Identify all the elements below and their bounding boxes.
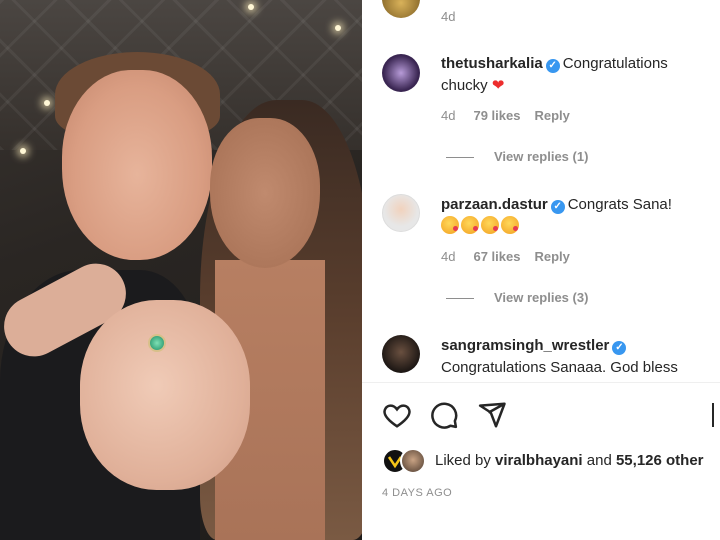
view-replies-label: View replies (1): [494, 149, 589, 164]
woman-face: [210, 118, 320, 268]
view-replies-button[interactable]: View replies (1): [446, 149, 588, 164]
comment-likes[interactable]: 67 likes: [473, 249, 520, 264]
paper-plane-icon[interactable]: [477, 400, 507, 430]
comment-meta: 4d 67 likes Reply: [441, 249, 570, 264]
comment-meta: 4d 79 likes Reply: [441, 108, 570, 123]
heart-outline-icon[interactable]: [382, 400, 412, 430]
light-bulb: [20, 148, 26, 154]
liked-by-text: Liked by viralbhayani and 55,126 other: [435, 452, 704, 469]
man-face: [62, 70, 212, 260]
kiss-emoji-icon: [501, 216, 519, 234]
verified-badge-icon: ✓: [612, 341, 627, 355]
clasped-hands: [80, 300, 250, 490]
comments-list[interactable]: 4d thetusharkalia ✓ Congratulations chucky…: [362, 0, 720, 382]
comment-text: Congrats Sana!: [567, 196, 672, 213]
kiss-emoji-icon: [441, 216, 459, 234]
comment-time: 4d: [441, 108, 456, 123]
avatar[interactable]: [400, 448, 426, 474]
comment-time: 4d: [441, 9, 456, 24]
comment-text: Congratulations Sanaaa. God bless: [441, 359, 678, 376]
avatar[interactable]: [382, 194, 420, 232]
comment: parzaan.dastur ✓ Congrats Sana!: [441, 194, 716, 238]
divider-line: [446, 298, 474, 300]
comment-meta: 4d: [441, 9, 455, 24]
light-bulb: [44, 100, 50, 106]
comment-bubble-icon[interactable]: [429, 400, 459, 430]
liked-by-user[interactable]: viralbhayani: [495, 452, 583, 469]
verified-badge-icon: ✓: [550, 200, 565, 214]
verified-badge-icon: ✓: [545, 59, 560, 73]
divider-line: [446, 157, 474, 159]
kiss-emoji-icon: [461, 216, 479, 234]
comment: thetusharkalia ✓ Congratulations chucky ❤: [441, 53, 716, 97]
view-replies-label: View replies (3): [494, 290, 589, 305]
comment: sangramsingh_wrestler ✓ Congratulations S…: [441, 335, 716, 379]
liked-by-prefix: Liked by: [435, 452, 491, 469]
post-photo[interactable]: [0, 0, 362, 540]
liked-by-connector: and: [586, 452, 612, 469]
reply-button[interactable]: Reply: [534, 108, 569, 123]
avatar[interactable]: [382, 54, 420, 92]
liked-by-others[interactable]: 55,126 other: [616, 452, 704, 469]
view-replies-button[interactable]: View replies (3): [446, 290, 588, 305]
heart-emoji-icon: ❤: [491, 77, 505, 94]
light-bulb: [248, 4, 254, 10]
avatar[interactable]: [382, 0, 420, 18]
comment-time: 4d: [441, 249, 456, 264]
reply-button[interactable]: Reply: [534, 249, 569, 264]
comment-username[interactable]: sangramsingh_wrestler: [441, 337, 609, 354]
post-actions: Liked by viralbhayani and 55,126 other 4…: [362, 383, 720, 540]
comment-username[interactable]: parzaan.dastur: [441, 196, 548, 213]
post-timestamp[interactable]: 4 DAYS AGO: [382, 487, 452, 499]
engagement-ring: [148, 334, 166, 352]
comment-likes[interactable]: 79 likes: [473, 108, 520, 123]
kiss-emoji-icon: [481, 216, 499, 234]
light-bulb: [335, 25, 341, 31]
bookmark-icon[interactable]: [712, 400, 720, 430]
avatar[interactable]: [382, 335, 420, 373]
comment-username[interactable]: thetusharkalia: [441, 55, 543, 72]
